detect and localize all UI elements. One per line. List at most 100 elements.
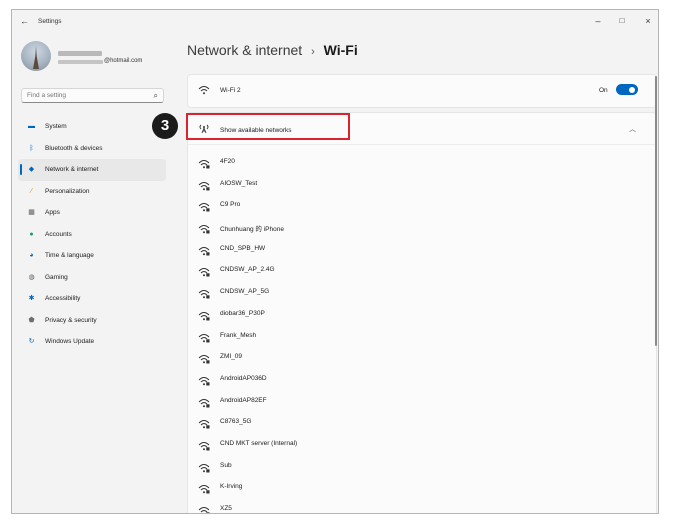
search-input[interactable] bbox=[27, 92, 147, 99]
secured-wifi-icon bbox=[198, 308, 210, 321]
sidebar-item-windows-update[interactable]: ↻ Windows Update bbox=[18, 331, 166, 353]
app-title: Settings bbox=[38, 18, 62, 25]
secured-wifi-icon bbox=[198, 156, 210, 169]
sidebar-item-network-internet[interactable]: ◆ Network & internet bbox=[18, 159, 166, 181]
eiffel-tower-icon bbox=[33, 46, 39, 69]
network-list-item[interactable]: C9 Pro bbox=[188, 194, 656, 216]
sidebar-item-accessibility[interactable]: ✱ Accessibility bbox=[18, 288, 166, 310]
network-list-item[interactable]: XZ5 bbox=[188, 498, 656, 513]
back-arrow-icon[interactable]: ← bbox=[20, 16, 29, 26]
accessibility-icon: ✱ bbox=[28, 295, 35, 302]
network-icon: ◆ bbox=[28, 166, 35, 173]
secured-wifi-icon bbox=[198, 330, 210, 342]
network-list-item[interactable]: Chunhuang 的 iPhone bbox=[188, 216, 656, 238]
network-list-item[interactable]: CNDSW_AP_2.4G bbox=[188, 259, 656, 281]
network-name: AndroidAP036D bbox=[220, 374, 267, 382]
network-name: ZMI_09 bbox=[220, 353, 243, 361]
network-name: K-Irving bbox=[220, 483, 243, 491]
wifi-toggle-card[interactable]: Wi-Fi 2 On bbox=[187, 74, 657, 108]
search-box[interactable]: ⌕ bbox=[21, 88, 164, 103]
breadcrumb-parent[interactable]: Network & internet bbox=[187, 42, 302, 58]
wifi-icon bbox=[198, 85, 210, 97]
sidebar-item-apps[interactable]: ▦ Apps bbox=[18, 202, 166, 224]
sidebar-item-accounts[interactable]: ● Accounts bbox=[18, 224, 166, 246]
page-title: Wi-Fi bbox=[323, 42, 358, 58]
avatar[interactable] bbox=[21, 41, 51, 71]
network-list-item[interactable]: CND_SPB_HW bbox=[188, 238, 656, 260]
sidebar-item-label: System bbox=[45, 123, 67, 130]
network-list-item[interactable]: Frank_Mesh bbox=[188, 325, 656, 347]
network-list-item[interactable]: CNDSW_AP_5G bbox=[188, 281, 656, 303]
scrollbar[interactable] bbox=[655, 76, 657, 346]
network-list-item[interactable]: CND MKT server (Internal) bbox=[188, 433, 656, 455]
network-list-item[interactable]: AIOSW_Test bbox=[188, 173, 656, 195]
sidebar-item-privacy-security[interactable]: ⬟ Privacy & security bbox=[18, 310, 166, 332]
secured-wifi-icon bbox=[198, 351, 210, 364]
system-icon: ▬ bbox=[28, 123, 35, 130]
chevron-up-icon[interactable]: ︿ bbox=[629, 124, 636, 134]
sidebar-item-label: Accounts bbox=[45, 230, 72, 238]
network-name: diobar36_P30P bbox=[220, 309, 265, 317]
wifi-toggle[interactable] bbox=[616, 84, 638, 95]
close-button[interactable]: × bbox=[638, 14, 658, 28]
sidebar-item-system[interactable]: ▬ System bbox=[18, 116, 166, 138]
secured-wifi-icon bbox=[198, 373, 210, 386]
update-icon: ↻ bbox=[28, 338, 35, 345]
settings-window: ← Settings – □ × @hotmail.com ⌕ ▬ System ᛒ… bbox=[11, 9, 659, 514]
apps-icon: ▦ bbox=[28, 209, 35, 216]
title-bar: ← Settings – □ × bbox=[12, 10, 658, 34]
breadcrumb-separator: › bbox=[311, 46, 315, 58]
sidebar-item-personalization[interactable]: ⁄ Personalization bbox=[18, 181, 166, 203]
minimize-button[interactable]: – bbox=[588, 14, 608, 28]
wifi-adapter-label: Wi-Fi 2 bbox=[220, 87, 241, 94]
secured-wifi-icon bbox=[198, 438, 210, 451]
secured-wifi-icon bbox=[198, 395, 210, 408]
network-list-item[interactable]: K-Irving bbox=[188, 476, 656, 498]
secured-wifi-icon bbox=[198, 199, 210, 212]
sidebar-item-gaming[interactable]: ◍ Gaming bbox=[18, 267, 166, 289]
redacted-email bbox=[58, 60, 103, 64]
shield-icon: ⬟ bbox=[28, 316, 35, 324]
bluetooth-icon: ᛒ bbox=[29, 144, 34, 152]
secured-wifi-icon bbox=[198, 178, 210, 191]
network-list-item[interactable]: ZMI_09 bbox=[188, 346, 656, 368]
sidebar-item-label: Windows Update bbox=[45, 338, 95, 345]
search-icon[interactable]: ⌕ bbox=[154, 91, 158, 101]
sidebar-item-label: Gaming bbox=[45, 273, 68, 281]
network-list-item[interactable]: 4F20 bbox=[188, 151, 656, 173]
email-domain: @hotmail.com bbox=[104, 58, 143, 64]
secured-wifi-icon bbox=[198, 264, 210, 277]
network-name: Chunhuang 的 iPhone bbox=[220, 226, 284, 234]
toggle-state-label: On bbox=[599, 87, 608, 94]
network-list-item[interactable]: Sub bbox=[188, 455, 656, 477]
network-name: XZ5 bbox=[220, 505, 232, 512]
active-indicator bbox=[20, 164, 22, 175]
network-name: Sub bbox=[220, 461, 232, 469]
network-name: AndroidAP82EF bbox=[220, 396, 267, 404]
sidebar-item-time-language[interactable]: ◕ Time & language bbox=[18, 245, 166, 267]
sidebar-item-label: Privacy & security bbox=[45, 316, 97, 324]
sidebar-item-label: Personalization bbox=[45, 187, 90, 195]
sidebar-item-label: Accessibility bbox=[45, 295, 81, 302]
network-name: C9 Pro bbox=[220, 201, 241, 209]
sidebar-item-label: Time & language bbox=[45, 252, 94, 259]
network-list-item[interactable]: diobar36_P30P bbox=[188, 303, 656, 325]
network-list-item[interactable]: C8763_5G bbox=[188, 411, 656, 433]
secured-wifi-icon bbox=[198, 221, 210, 234]
network-name: CNDSW_AP_2.4G bbox=[220, 266, 275, 274]
redacted-user-name bbox=[58, 51, 102, 56]
secured-wifi-icon bbox=[198, 503, 210, 513]
breadcrumb: Network & internet › Wi-Fi bbox=[187, 42, 358, 58]
network-list-item[interactable]: AndroidAP82EF bbox=[188, 390, 656, 412]
network-name: 4F20 bbox=[220, 158, 235, 165]
gamepad-icon: ◍ bbox=[28, 273, 35, 281]
accounts-icon: ● bbox=[29, 230, 34, 238]
maximize-button[interactable]: □ bbox=[612, 14, 632, 28]
network-name: Frank_Mesh bbox=[220, 331, 257, 339]
secured-wifi-icon bbox=[198, 416, 210, 429]
sidebar-item-bluetooth-devices[interactable]: ᛒ Bluetooth & devices bbox=[18, 138, 166, 160]
secured-wifi-icon bbox=[198, 481, 210, 494]
step-number-badge: 3 bbox=[152, 113, 178, 139]
network-list-item[interactable]: AndroidAP036D bbox=[188, 368, 656, 390]
network-name: C8763_5G bbox=[220, 418, 252, 426]
